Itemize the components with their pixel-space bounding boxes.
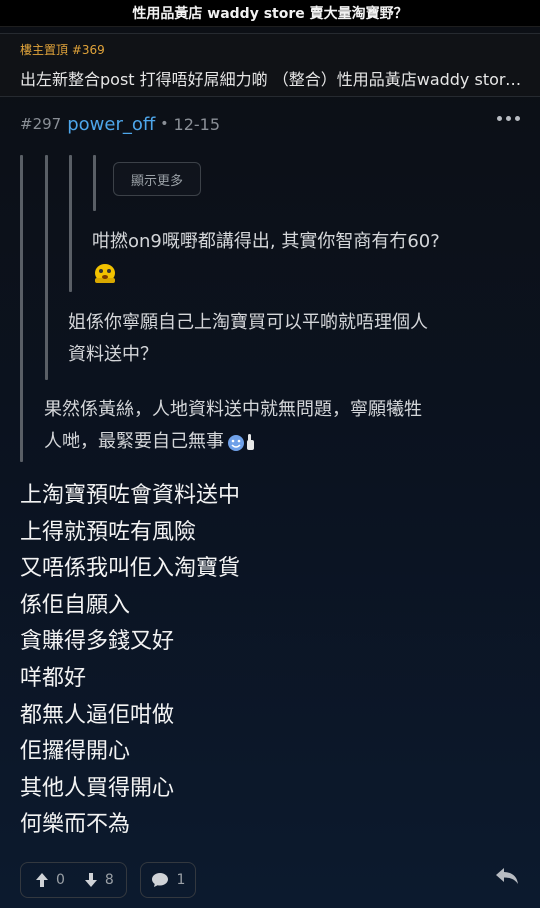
quote-text: 人哋，最緊要自己無事 [44, 431, 224, 452]
separator-dot: • [160, 116, 169, 132]
vote-group: 0 8 [20, 862, 127, 898]
username-link[interactable]: power_off [67, 114, 155, 135]
quote-bar-level1 [20, 155, 23, 462]
upvote-button[interactable]: 0 [34, 872, 65, 888]
quote-text: 咁撚on9嘅嘢都講得出, 其實你智商有冇60? [92, 231, 440, 252]
quote-level1: 果然係黃絲，人地資料送中就無問題，寧願犧牲 人哋，最緊要自己無事 [44, 394, 422, 458]
post-date: 12-15 [173, 114, 221, 134]
reply-button[interactable] [494, 866, 520, 890]
more-dots-icon[interactable] [497, 116, 520, 121]
quote-text: 資料送中？ [68, 344, 158, 365]
pinned-post-banner[interactable]: 樓主置頂 #369 出左新整合post 打得唔好屌細力啲 （整合）性用品黃店wa… [0, 33, 540, 97]
quote-level3: 咁撚on9嘅嘢都講得出, 其實你智商有冇60? [92, 226, 440, 290]
post-header: #297 power_off • 12-15 [20, 112, 520, 136]
body-line: 何樂而不為 [20, 812, 131, 838]
body-line: 都無人逼佢咁做 [20, 702, 175, 728]
quote-text: 姐係你寧願自己上淘寶買可以平啲就唔理個人 [68, 312, 428, 333]
quote-bar-level2 [45, 155, 48, 380]
body-line: 咩都好 [20, 665, 87, 691]
page-title-bar: 性用品黃店 waddy store 賣大量淘寶野？ [0, 0, 540, 27]
arrow-down-icon [84, 873, 97, 887]
post-actions: 0 8 1 [20, 862, 520, 898]
quote-bar-level3 [69, 155, 72, 292]
pinned-title[interactable]: 出左新整合post 打得唔好屌細力啲 （整合）性用品黃店waddy store … [20, 66, 525, 90]
body-line: 係佢自願入 [20, 592, 131, 618]
comment-icon [151, 873, 168, 887]
body-line: 又唔係我叫佢入淘寶貨 [20, 556, 241, 582]
quote-text: 果然係黃絲，人地資料送中就無問題，寧願犧牲 [44, 399, 422, 420]
arrow-up-icon [36, 873, 48, 887]
post-number: #297 [20, 115, 62, 133]
body-line: 貪賺得多錢又好 [20, 629, 175, 655]
pinned-label: 樓主置頂 #369 [20, 43, 105, 57]
upvote-count: 0 [56, 872, 65, 888]
comment-button[interactable]: 1 [140, 862, 196, 898]
page-title: 性用品黃店 waddy store 賣大量淘寶野？ [132, 6, 408, 22]
comment-count: 1 [176, 872, 186, 888]
body-line: 佢攞得開心 [20, 739, 131, 765]
quote-bar-level4 [93, 155, 96, 211]
show-more-button[interactable]: 顯示更多 [113, 162, 201, 196]
quote-level2: 姐係你寧願自己上淘寶買可以平啲就唔理個人 資料送中？ [68, 307, 428, 371]
post-body: 上淘寶預咗會資料送中 上得就預咗有風險 又唔係我叫佢入淘寶貨 係佢自願入 貪賺得… [20, 478, 240, 844]
downvote-count: 8 [104, 872, 114, 888]
shocked-emoji-icon [92, 258, 440, 290]
reply-icon [496, 868, 518, 884]
body-line: 上得就預咗有風險 [20, 519, 197, 545]
quote-line-with-emoji: 人哋，最緊要自己無事 [44, 426, 422, 458]
downvote-button[interactable]: 8 [83, 872, 114, 888]
smile-thumbs-up-emoji-icon [226, 431, 256, 453]
body-line: 上淘寶預咗會資料送中 [20, 483, 241, 508]
body-line: 其他人買得開心 [20, 775, 175, 801]
